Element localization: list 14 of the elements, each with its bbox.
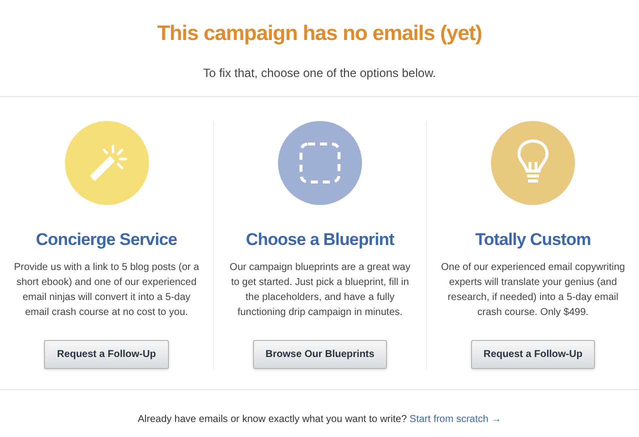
footer-text: Already have emails or know exactly what you want to write? Start from scratch →: [138, 413, 502, 427]
option-heading: Choose a Blueprint: [246, 228, 394, 250]
option-heading: Concierge Service: [36, 228, 178, 251]
start-from-scratch-link[interactable]: Start from scratch →: [410, 414, 502, 425]
option-button[interactable]: Request a Follow-Up: [44, 340, 169, 369]
option-description: Provide us with a link to 5 blog posts (or a short ebook) and one of our experienced email ninjas will convert it into a 5-day email crash course at no cost to you.: [14, 261, 200, 320]
option-button[interactable]: Browse Our Blueprints: [252, 340, 388, 369]
dashed-square-icon: [298, 140, 342, 184]
option-description: One of our experienced email copywriting experts will translate your genius (and research, if needed) into a 5-day email crash course. Only $499.: [440, 261, 626, 320]
page-title: This campaign has no emails (yet): [157, 21, 482, 47]
option-heading: Totally Custom: [475, 228, 591, 250]
option-description: Our campaign blueprints are a great way to get started. Just pick a blueprint, fill in the placeholders, and have a fully functioning drip campaign in minutes.: [228, 261, 412, 320]
option-button[interactable]: Request a Follow-Up: [470, 340, 596, 369]
page-subtitle: To fix that, choose one of the options below.: [203, 64, 436, 82]
